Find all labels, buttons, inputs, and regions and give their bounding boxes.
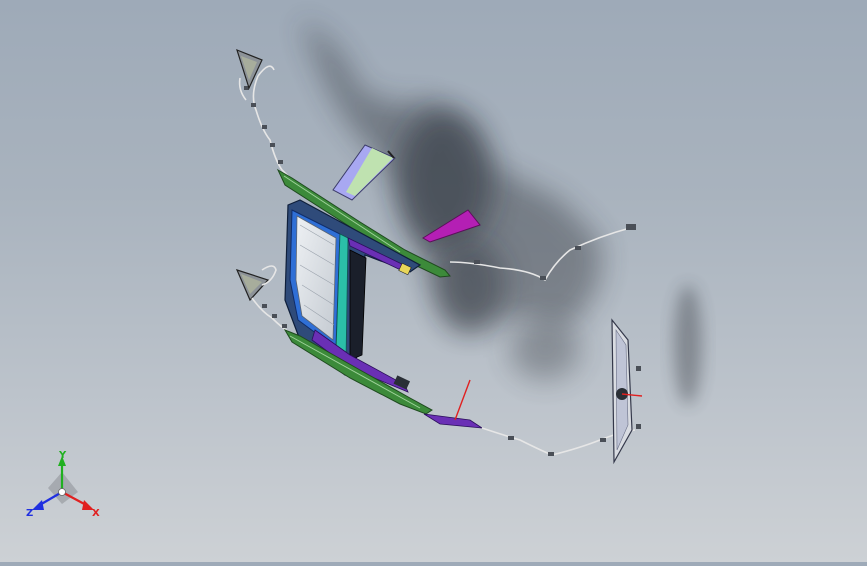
- tailgate-panel[interactable]: [611, 318, 643, 465]
- model-canvas[interactable]: [0, 0, 867, 562]
- triad-origin: [58, 488, 66, 496]
- lower-purple-trim[interactable]: [423, 379, 483, 429]
- y-axis-label: Y: [58, 450, 67, 461]
- cad-viewport[interactable]: [0, 0, 867, 562]
- left-mirror-part[interactable]: [236, 48, 263, 90]
- triad-graphic: Y X Z: [26, 450, 100, 519]
- sunroof-frame[interactable]: [284, 199, 422, 393]
- lower-left-clips: [262, 304, 287, 328]
- coordinate-triad: Y X Z: [22, 448, 108, 524]
- upper-left-clips: [244, 86, 283, 164]
- z-axis-label: Z: [26, 508, 33, 519]
- lower-right-cable[interactable]: [481, 427, 636, 456]
- z-axis-arrow: [32, 500, 44, 510]
- x-axis-label: X: [92, 508, 100, 519]
